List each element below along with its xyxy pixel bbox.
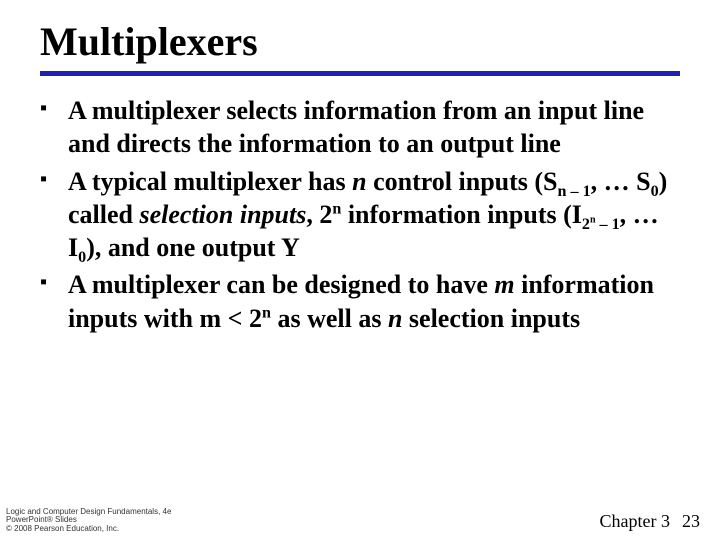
- b2-p8: ), and one output Y: [86, 233, 300, 262]
- b3-sup1: n: [262, 304, 271, 321]
- b2-sel: selection inputs: [140, 200, 307, 229]
- b3-n1: n: [388, 304, 402, 333]
- b2-sub1: n – 1: [558, 183, 591, 200]
- b2-sub4: 0: [78, 249, 86, 266]
- b2-p6: information inputs (I: [341, 200, 582, 229]
- slide-title: Multiplexers: [40, 18, 688, 65]
- b2-p5: , 2: [306, 200, 332, 229]
- b3-p1: A multiplexer can be designed to have: [68, 270, 494, 299]
- b2-sub2: 0: [651, 183, 659, 200]
- b2-p3: , … S: [591, 167, 651, 196]
- title-underline: [40, 71, 680, 76]
- b2-p1: A typical multiplexer has: [68, 167, 352, 196]
- bullet-list: A multiplexer selects information from a…: [40, 94, 688, 335]
- b3-p3: as well as: [271, 304, 388, 333]
- b3-p4: selection inputs: [402, 304, 580, 333]
- footer-right: Chapter 3 23: [600, 511, 700, 532]
- bullet-1: A multiplexer selects information from a…: [40, 94, 688, 161]
- footer-line3: © 2008 Pearson Education, Inc.: [6, 525, 171, 534]
- footer-left: Logic and Computer Design Fundamentals, …: [6, 508, 171, 534]
- b2-sup1: n: [332, 200, 341, 217]
- b2-sub3: 2n – 1: [582, 216, 620, 233]
- slide: Multiplexers A multiplexer selects infor…: [0, 0, 720, 540]
- b3-m1: m: [494, 270, 514, 299]
- b2-p2: control inputs (S: [367, 167, 558, 196]
- footer-chapter: Chapter 3: [600, 511, 670, 531]
- b2-n: n: [352, 167, 366, 196]
- bullet-3: A multiplexer can be designed to have m …: [40, 268, 688, 335]
- bullet-2: A typical multiplexer has n control inpu…: [40, 165, 688, 265]
- footer-page: 23: [682, 511, 700, 531]
- b2-sub3a: 2: [582, 216, 590, 233]
- bullet-1-text: A multiplexer selects information from a…: [68, 96, 644, 158]
- b2-sub3c: – 1: [596, 216, 620, 233]
